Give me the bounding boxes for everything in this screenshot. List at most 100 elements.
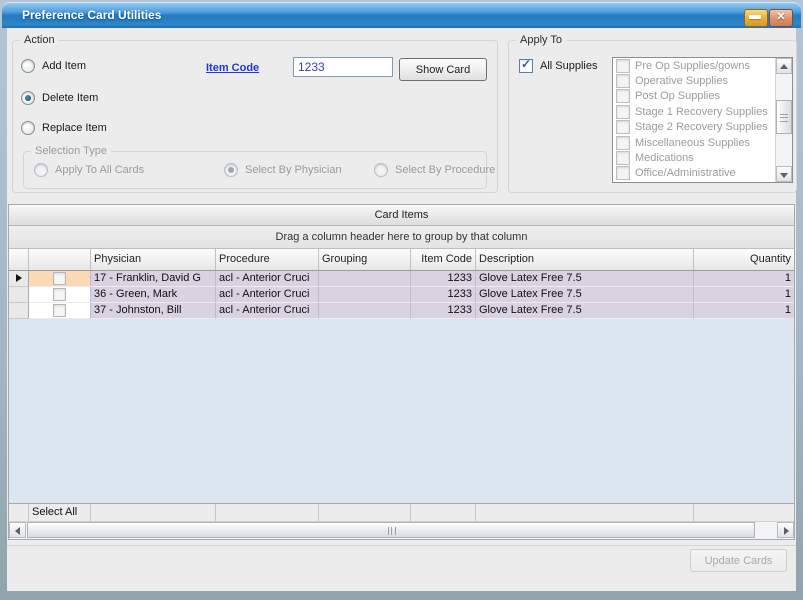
header-quantity[interactable]: Quantity (694, 249, 794, 270)
radio-select-by-physician-label: Select By Physician (245, 164, 342, 176)
cell-description[interactable]: Glove Latex Free 7.5 (476, 303, 694, 319)
radio-circle-icon (374, 163, 388, 177)
cell-physician[interactable]: 17 - Franklin, David G (91, 271, 216, 287)
scroll-left-button[interactable] (9, 522, 26, 538)
action-group-label: Action (20, 34, 59, 46)
radio-delete-item[interactable]: Delete Item (21, 91, 98, 105)
table-row[interactable]: 17 - Franklin, David G acl - Anterior Cr… (9, 271, 794, 287)
minimize-icon (749, 15, 761, 19)
grid-caption: Card Items (9, 205, 794, 226)
cell-item-code[interactable]: 1233 (411, 271, 476, 287)
header-indicator (9, 249, 29, 270)
group-by-box[interactable]: Drag a column header here to group by th… (9, 226, 794, 249)
supply-item-label: Stage 2 Recovery Supplies (635, 121, 768, 133)
cell-procedure[interactable]: acl - Anterior Cruci (216, 287, 319, 303)
cell-physician[interactable]: 36 - Green, Mark (91, 287, 216, 303)
radio-select-by-procedure[interactable]: Select By Procedure (374, 163, 495, 177)
checkbox-icon (616, 74, 630, 88)
radio-replace-item[interactable]: Replace Item (21, 121, 107, 135)
row-checkbox-cell[interactable] (29, 287, 91, 303)
cell-grouping[interactable] (319, 303, 411, 319)
table-row[interactable]: 36 - Green, Mark acl - Anterior Cruci 12… (9, 287, 794, 303)
title-bar[interactable]: Preference Card Utilities (2, 2, 801, 28)
all-supplies-checkbox[interactable]: All Supplies (519, 59, 597, 73)
row-indicator (9, 287, 29, 303)
supply-item-label: Stage 1 Recovery Supplies (635, 106, 768, 118)
header-item-code[interactable]: Item Code (411, 249, 476, 270)
cell-quantity[interactable]: 1 (694, 287, 794, 303)
header-procedure[interactable]: Procedure (216, 249, 319, 270)
scroll-thumb[interactable] (776, 100, 792, 134)
grid-horizontal-scrollbar[interactable] (9, 521, 794, 539)
cell-procedure[interactable]: acl - Anterior Cruci (216, 303, 319, 319)
footer-cell (319, 504, 411, 521)
footer-cell (91, 504, 216, 521)
cell-description[interactable]: Glove Latex Free 7.5 (476, 287, 694, 303)
grid-empty-area (9, 319, 794, 503)
cell-item-code[interactable]: 1233 (411, 287, 476, 303)
cell-grouping[interactable] (319, 271, 411, 287)
radio-circle-icon (34, 163, 48, 177)
row-checkbox-cell[interactable] (29, 303, 91, 319)
cell-quantity[interactable]: 1 (694, 303, 794, 319)
apply-to-group-label: Apply To (516, 34, 566, 46)
scroll-up-button[interactable] (776, 58, 792, 74)
footer-cell (476, 504, 694, 521)
minimize-button[interactable] (744, 9, 768, 27)
header-physician[interactable]: Physician (91, 249, 216, 270)
arrow-up-icon (780, 64, 788, 69)
selection-type-groupbox: Selection Type Apply To All Cards Select… (23, 151, 487, 189)
supply-item[interactable]: Medications (613, 150, 775, 165)
cell-physician[interactable]: 37 - Johnston, Bill (91, 303, 216, 319)
supply-item[interactable]: Post Op Supplies (613, 89, 775, 104)
window-title: Preference Card Utilities (22, 2, 161, 28)
show-card-button[interactable]: Show Card (399, 58, 487, 81)
cell-description[interactable]: Glove Latex Free 7.5 (476, 271, 694, 287)
item-code-input[interactable] (293, 57, 393, 77)
apply-to-groupbox: Apply To All Supplies Pre Op Supplies/go… (508, 40, 797, 193)
close-button[interactable]: ✕ (769, 9, 793, 27)
supplies-listbox[interactable]: Pre Op Supplies/gowns Operative Supplies… (612, 57, 793, 183)
cell-grouping[interactable] (319, 287, 411, 303)
table-row[interactable]: 37 - Johnston, Bill acl - Anterior Cruci… (9, 303, 794, 319)
row-checkbox-cell[interactable] (29, 271, 91, 287)
row-arrow-icon (16, 274, 22, 282)
supply-item[interactable]: Stage 2 Recovery Supplies (613, 120, 775, 135)
radio-apply-all-cards[interactable]: Apply To All Cards (34, 163, 144, 177)
supply-item[interactable]: Operative Supplies (613, 73, 775, 88)
item-code-link[interactable]: Item Code (206, 62, 259, 74)
supply-item[interactable]: Pre Op Supplies/gowns (613, 58, 775, 73)
header-grouping[interactable]: Grouping (319, 249, 411, 270)
arrow-right-icon (784, 527, 789, 535)
hscroll-thumb[interactable] (27, 522, 755, 538)
checkbox-icon (53, 288, 66, 301)
radio-delete-item-label: Delete Item (42, 92, 98, 104)
arrow-left-icon (15, 527, 20, 535)
supply-item-label: Miscellaneous Supplies (635, 137, 750, 149)
radio-select-by-procedure-label: Select By Procedure (395, 164, 495, 176)
supplies-scrollbar[interactable] (775, 58, 792, 182)
scroll-down-button[interactable] (776, 166, 792, 182)
update-cards-button[interactable]: Update Cards (690, 549, 787, 572)
cell-procedure[interactable]: acl - Anterior Cruci (216, 271, 319, 287)
radio-select-by-physician[interactable]: Select By Physician (224, 163, 342, 177)
radio-add-item[interactable]: Add Item (21, 59, 86, 73)
checkbox-icon (616, 59, 630, 73)
cell-quantity[interactable]: 1 (694, 271, 794, 287)
cell-item-code[interactable]: 1233 (411, 303, 476, 319)
supply-item[interactable]: Stage 1 Recovery Supplies (613, 104, 775, 119)
supply-item-label: Operative Supplies (635, 75, 728, 87)
radio-apply-all-cards-label: Apply To All Cards (55, 164, 144, 176)
header-description[interactable]: Description (476, 249, 694, 270)
supply-item[interactable]: Miscellaneous Supplies (613, 135, 775, 150)
header-checkbox-col[interactable] (29, 249, 91, 270)
select-all-cell[interactable]: Select All (29, 504, 91, 521)
supply-item-label: Office/Administrative (635, 167, 736, 179)
supplies-list: Pre Op Supplies/gowns Operative Supplies… (613, 58, 775, 182)
supply-item-label: Pre Op Supplies/gowns (635, 60, 750, 72)
supply-item-label: Post Op Supplies (635, 90, 720, 102)
supply-item[interactable]: Office/Administrative (613, 166, 775, 181)
grip-icon (388, 527, 396, 535)
window-frame: Preference Card Utilities ✕ Action Add I… (0, 0, 803, 600)
scroll-right-button[interactable] (777, 522, 794, 538)
